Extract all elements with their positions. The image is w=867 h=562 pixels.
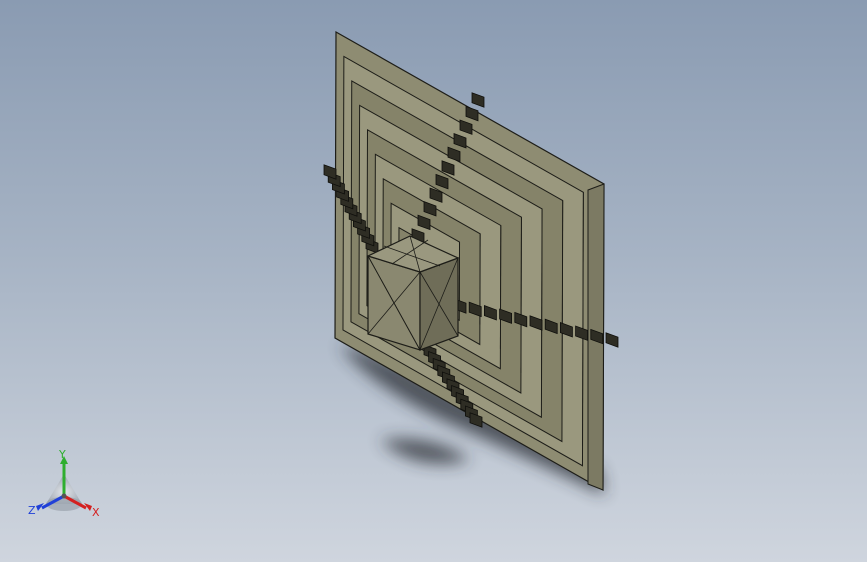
- reference-triad-icon: Y X Z: [28, 448, 100, 519]
- z-axis-label: Z: [28, 504, 36, 517]
- square-diffuser-model[interactable]: [0, 0, 867, 562]
- x-axis-label: X: [92, 506, 100, 519]
- slot-fin: [323, 164, 337, 180]
- diffuser-neck: [366, 235, 460, 351]
- graphics-viewport[interactable]: Y X Z: [0, 0, 867, 562]
- slot-fin: [605, 332, 619, 348]
- slot-fin: [471, 92, 485, 108]
- y-axis-label: Y: [58, 448, 66, 461]
